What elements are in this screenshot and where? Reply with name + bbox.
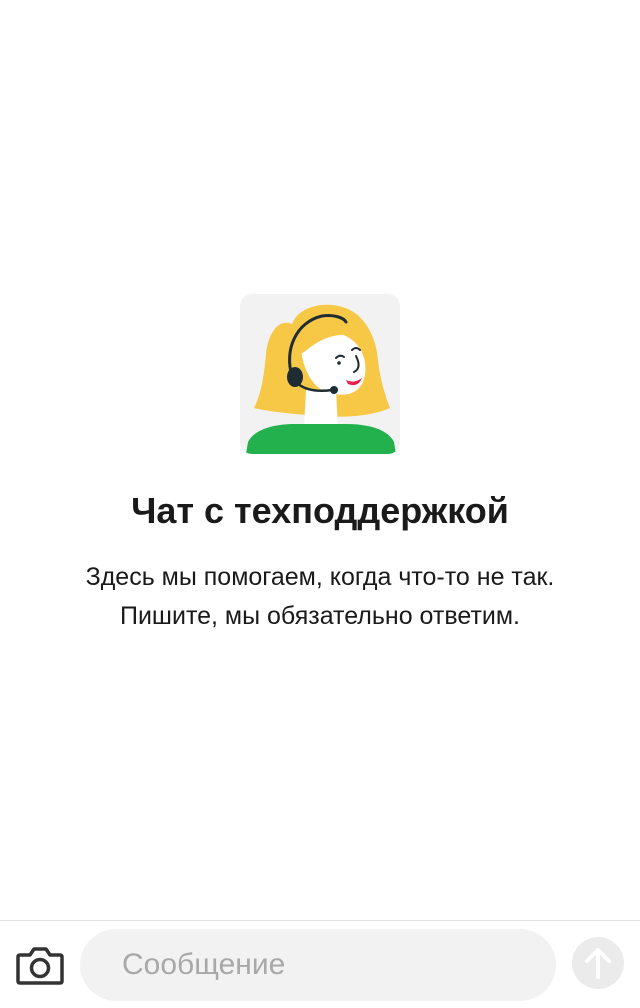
empty-state-title: Чат с техподдержкой <box>131 490 509 531</box>
empty-state-description: Здесь мы помогаем, когда что-то не так. … <box>0 558 640 636</box>
description-line-2: Пишите, мы обязательно ответим. <box>120 602 520 630</box>
description-line-1: Здесь мы помогаем, когда что-то не так. <box>85 563 555 591</box>
message-input[interactable] <box>80 929 556 1001</box>
empty-state: Чат с техподдержкой Здесь мы помогаем, к… <box>0 294 640 636</box>
chat-screen: Чат с техподдержкой Здесь мы помогаем, к… <box>0 0 640 1008</box>
camera-icon <box>16 947 64 985</box>
arrow-up-icon <box>585 948 611 979</box>
send-button[interactable] <box>572 937 624 989</box>
support-agent-illustration <box>246 304 396 454</box>
support-agent-avatar <box>240 294 400 454</box>
message-composer <box>0 920 640 1008</box>
camera-button[interactable] <box>14 943 66 987</box>
